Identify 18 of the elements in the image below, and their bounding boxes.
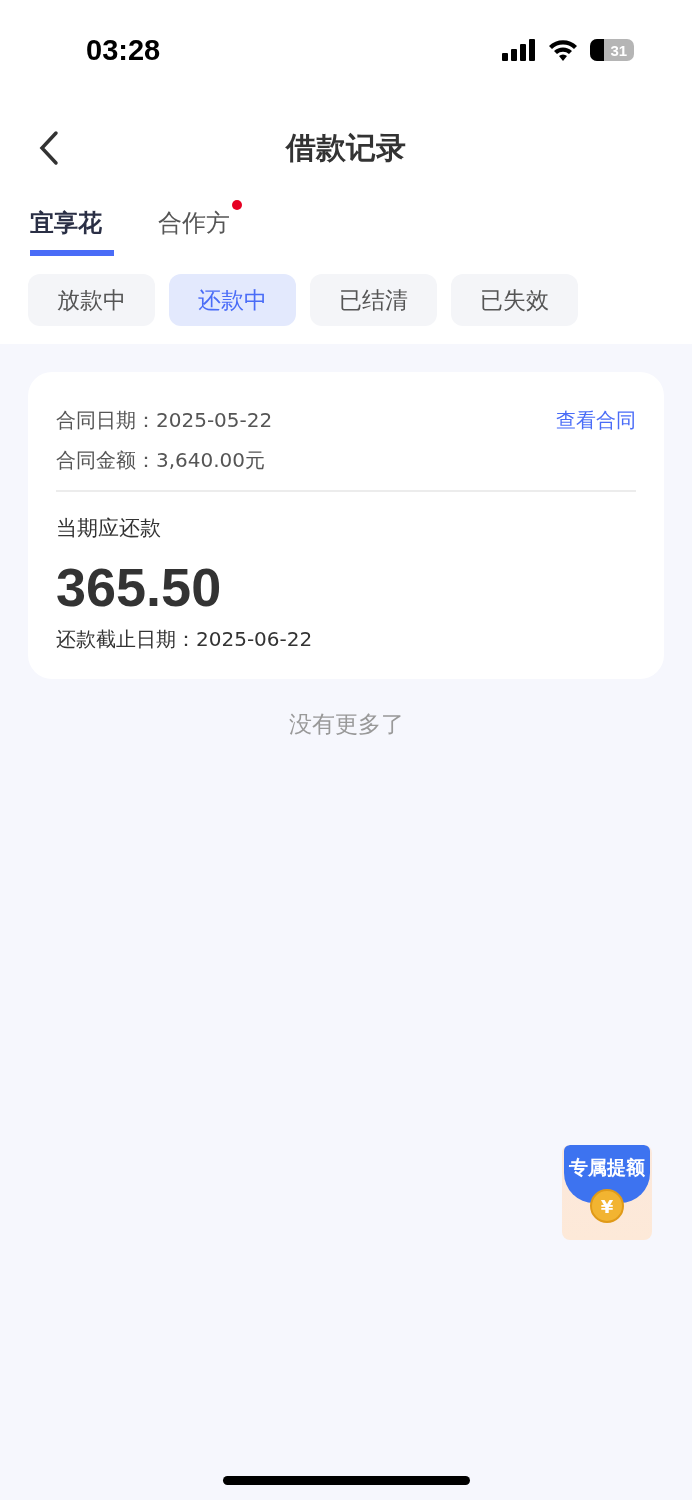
- due-label: 当期应还款: [56, 515, 162, 542]
- wifi-icon: [548, 39, 578, 61]
- battery-icon: 31: [590, 39, 634, 61]
- status-time: 03:28: [86, 33, 161, 67]
- end-of-list-text: 没有更多了: [288, 710, 404, 739]
- contract-amount: 合同金额：3,640.00元: [56, 447, 267, 474]
- filter-chip[interactable]: 已结清: [310, 274, 437, 326]
- due-deadline: 还款截止日期：2025-06-22: [56, 626, 314, 653]
- view-contract-link[interactable]: 查看合同: [556, 406, 636, 434]
- filter-chip[interactable]: 放款中: [28, 274, 155, 326]
- due-amount: 365.50: [56, 556, 223, 618]
- filter-chip[interactable]: 还款中: [169, 274, 296, 326]
- signal-icon: [502, 39, 536, 61]
- page-title: 借款记录: [286, 128, 406, 167]
- filter-chip[interactable]: 已失效: [451, 274, 578, 326]
- tab[interactable]: 合作方: [158, 200, 242, 256]
- tab[interactable]: 宜享花: [30, 200, 114, 256]
- contract-date: 合同日期：2025-05-22: [56, 407, 273, 434]
